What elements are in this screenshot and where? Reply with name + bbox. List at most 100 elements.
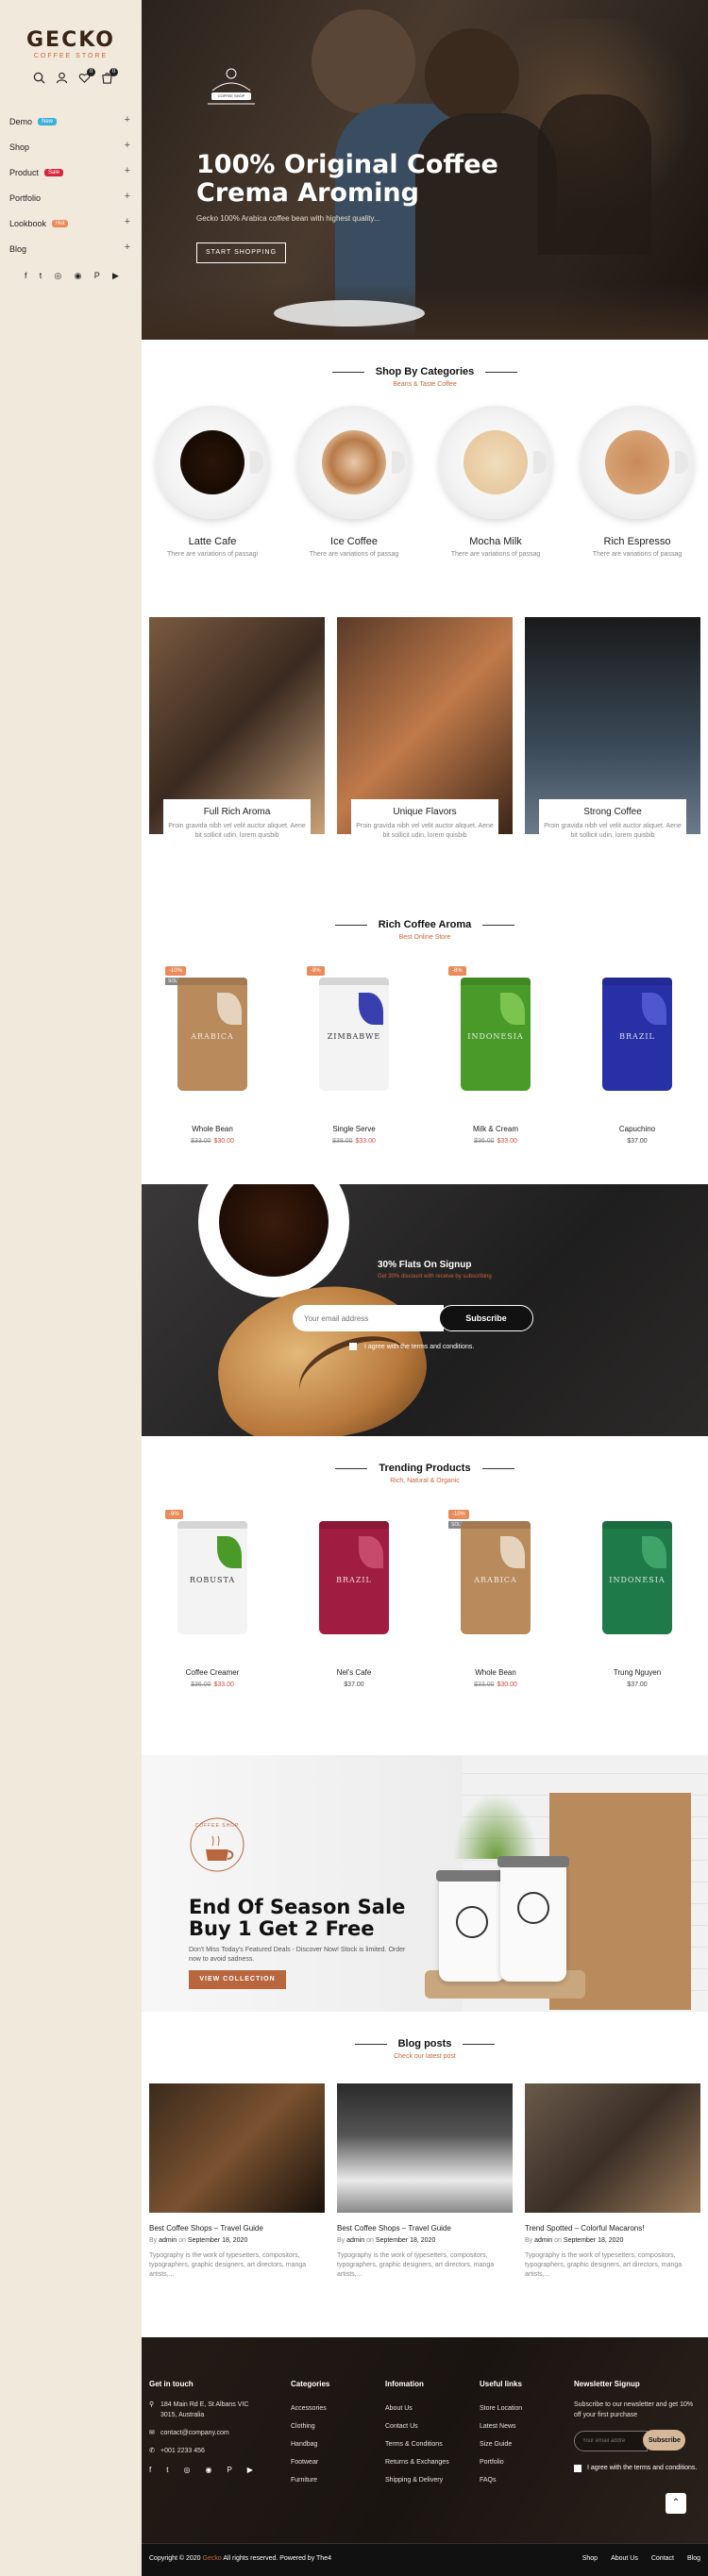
pinterest-icon[interactable]: P bbox=[227, 2466, 231, 2474]
back-to-top-icon[interactable]: ⌃ bbox=[666, 2493, 686, 2514]
product-name[interactable]: Whole Bean bbox=[151, 1125, 274, 1133]
brand-logo[interactable]: GECKO bbox=[0, 28, 142, 52]
footer-category-link[interactable]: Accessories bbox=[291, 2400, 329, 2417]
signup-terms[interactable]: I agree with the terms and conditions. bbox=[349, 1343, 474, 1350]
signup-email-input[interactable] bbox=[293, 1305, 444, 1331]
view-collection-button[interactable]: VIEW COLLECTION bbox=[189, 1970, 286, 1989]
expand-plus-icon[interactable]: + bbox=[125, 242, 130, 253]
footer-category-link[interactable]: Clothing bbox=[291, 2417, 329, 2435]
product-image[interactable]: ARABICA bbox=[177, 978, 247, 1091]
footer-nav-shop[interactable]: Shop bbox=[582, 2555, 598, 2562]
instagram-icon[interactable]: ◎ bbox=[183, 2466, 190, 2474]
blog-image[interactable] bbox=[337, 2083, 513, 2213]
footer-useful-link[interactable]: Portfolio bbox=[480, 2453, 522, 2471]
footer-info-link[interactable]: Shipping & Delivery bbox=[385, 2471, 449, 2489]
blog-author[interactable]: admin bbox=[346, 2237, 364, 2244]
product-image[interactable]: ARABICA bbox=[461, 1521, 531, 1634]
blog-post-title[interactable]: Trend Spotted – Colorful Macarons! bbox=[525, 2224, 700, 2233]
footer-category-link[interactable]: Furniture bbox=[291, 2471, 329, 2489]
footer-nav-blog[interactable]: Blog bbox=[687, 2555, 700, 2562]
footer-category-link[interactable]: Handbag bbox=[291, 2435, 329, 2453]
sidebar-item-demo[interactable]: Demo New + bbox=[9, 109, 132, 134]
category-item[interactable]: Latte Cafe There are variations of passag… bbox=[151, 406, 274, 558]
newsletter-subscribe-button[interactable]: Subscribe bbox=[643, 2430, 685, 2451]
expand-plus-icon[interactable]: + bbox=[125, 165, 130, 176]
product-name[interactable]: Whole Bean bbox=[434, 1668, 557, 1677]
footer-nav-about-us[interactable]: About Us bbox=[611, 2555, 638, 2562]
expand-plus-icon[interactable]: + bbox=[125, 191, 130, 202]
sidebar-item-blog[interactable]: Blog + bbox=[9, 236, 132, 261]
footer-phone[interactable]: +001 2233 456 bbox=[160, 2446, 205, 2456]
category-name[interactable]: Latte Cafe bbox=[151, 536, 274, 547]
product-card[interactable]: -9% ZIMBABWE Single Serve $38.00 $33.00 bbox=[293, 966, 415, 1145]
twitter-icon[interactable]: t bbox=[166, 2466, 168, 2474]
pinterest-icon[interactable]: P bbox=[94, 271, 100, 281]
footer-useful-link[interactable]: Size Guide bbox=[480, 2435, 522, 2453]
category-item[interactable]: Mocha Milk There are variations of passag bbox=[434, 406, 557, 558]
product-card[interactable]: BRAZIL Nel's Cafe $37.00 bbox=[293, 1521, 415, 1688]
sidebar-item-shop[interactable]: Shop + bbox=[9, 134, 132, 159]
blog-post[interactable]: Best Coffee Shops – Travel Guide By admin… bbox=[149, 2083, 325, 2280]
search-icon[interactable] bbox=[33, 72, 45, 84]
start-shopping-button[interactable]: START SHOPPING bbox=[196, 243, 286, 263]
category-image[interactable] bbox=[297, 406, 411, 519]
product-card[interactable]: BRAZIL Capuchino $37.00 bbox=[576, 978, 699, 1145]
facebook-icon[interactable]: f bbox=[25, 271, 27, 281]
category-image[interactable] bbox=[156, 406, 269, 519]
footer-useful-link[interactable]: FAQs bbox=[480, 2471, 522, 2489]
footer-info-link[interactable]: Returns & Exchanges bbox=[385, 2453, 449, 2471]
twitter-icon[interactable]: t bbox=[40, 271, 42, 281]
youtube-icon[interactable]: ▶ bbox=[247, 2466, 253, 2474]
blog-author[interactable]: admin bbox=[159, 2237, 177, 2244]
sidebar-item-portfolio[interactable]: Portfolio + bbox=[9, 185, 132, 210]
blog-post[interactable]: Best Coffee Shops – Travel Guide By admin… bbox=[337, 2083, 513, 2280]
product-image[interactable]: BRAZIL bbox=[319, 1521, 389, 1634]
expand-plus-icon[interactable]: + bbox=[125, 140, 130, 151]
category-image[interactable] bbox=[581, 406, 694, 519]
footer-useful-link[interactable]: Latest News bbox=[480, 2417, 522, 2435]
sidebar-item-lookbook[interactable]: Lookbook Hot + bbox=[9, 210, 132, 236]
subscribe-button[interactable]: Subscribe bbox=[439, 1305, 533, 1331]
expand-plus-icon[interactable]: + bbox=[125, 114, 130, 125]
product-card[interactable]: -10%SOLD OUTARABICAWhole Bean$33.00$30.0… bbox=[434, 1510, 557, 1688]
category-image[interactable] bbox=[439, 406, 552, 519]
product-image[interactable]: INDONESIA bbox=[602, 1521, 672, 1634]
product-image[interactable]: ZIMBABWE bbox=[319, 978, 389, 1091]
product-name[interactable]: Capuchino bbox=[576, 1125, 699, 1133]
blog-author[interactable]: admin bbox=[534, 2237, 552, 2244]
product-name[interactable]: Trung Nguyen bbox=[576, 1668, 699, 1677]
product-name[interactable]: Milk & Cream bbox=[434, 1125, 557, 1133]
dribbble-icon[interactable]: ◉ bbox=[75, 271, 82, 281]
blog-image[interactable] bbox=[525, 2083, 700, 2213]
newsletter-email-input[interactable] bbox=[574, 2431, 648, 2451]
product-card[interactable]: INDONESIA Trung Nguyen $37.00 bbox=[576, 1521, 699, 1688]
product-name[interactable]: Coffee Creamer bbox=[151, 1668, 274, 1677]
footer-info-link[interactable]: Contact Us bbox=[385, 2417, 449, 2435]
instagram-icon[interactable]: ◎ bbox=[55, 271, 62, 281]
product-image[interactable]: ROBUSTA bbox=[177, 1521, 247, 1634]
blog-post-title[interactable]: Best Coffee Shops – Travel Guide bbox=[337, 2224, 513, 2233]
product-image[interactable]: BRAZIL bbox=[602, 978, 672, 1091]
footer-email[interactable]: contact@company.com bbox=[160, 2428, 229, 2438]
dribbble-icon[interactable]: ◉ bbox=[205, 2466, 211, 2474]
product-card[interactable]: -8% INDONESIA Milk & Cream $36.00 $33.00 bbox=[434, 966, 557, 1145]
product-name[interactable]: Single Serve bbox=[293, 1125, 415, 1133]
footer-nav-contact[interactable]: Contact bbox=[651, 2555, 674, 2562]
facebook-icon[interactable]: f bbox=[149, 2466, 151, 2474]
youtube-icon[interactable]: ▶ bbox=[112, 271, 119, 281]
blog-post-title[interactable]: Best Coffee Shops – Travel Guide bbox=[149, 2224, 325, 2233]
category-item[interactable]: Rich Espresso There are variations of pas… bbox=[576, 406, 699, 558]
category-name[interactable]: Ice Coffee bbox=[293, 536, 415, 547]
user-icon[interactable] bbox=[56, 72, 68, 84]
footer-useful-link[interactable]: Store Location bbox=[480, 2400, 522, 2417]
blog-post[interactable]: Trend Spotted – Colorful Macarons! By adm… bbox=[525, 2083, 700, 2280]
terms-checkbox[interactable] bbox=[349, 1343, 357, 1350]
heart-icon[interactable]: 0 bbox=[78, 68, 95, 84]
product-card[interactable]: -9% ROBUSTA Coffee Creamer $36.00 $33.00 bbox=[151, 1510, 274, 1688]
newsletter-terms[interactable]: I agree with the terms and conditions. bbox=[574, 2464, 699, 2473]
footer-category-link[interactable]: Footwear bbox=[291, 2453, 329, 2471]
product-card[interactable]: -10%SOLD OUTARABICAWhole Bean$33.00$30.0… bbox=[151, 966, 274, 1145]
footer-info-link[interactable]: Terms & Conditions bbox=[385, 2435, 449, 2453]
footer-info-link[interactable]: About Us bbox=[385, 2400, 449, 2417]
cart-icon[interactable]: 0 bbox=[101, 68, 118, 84]
